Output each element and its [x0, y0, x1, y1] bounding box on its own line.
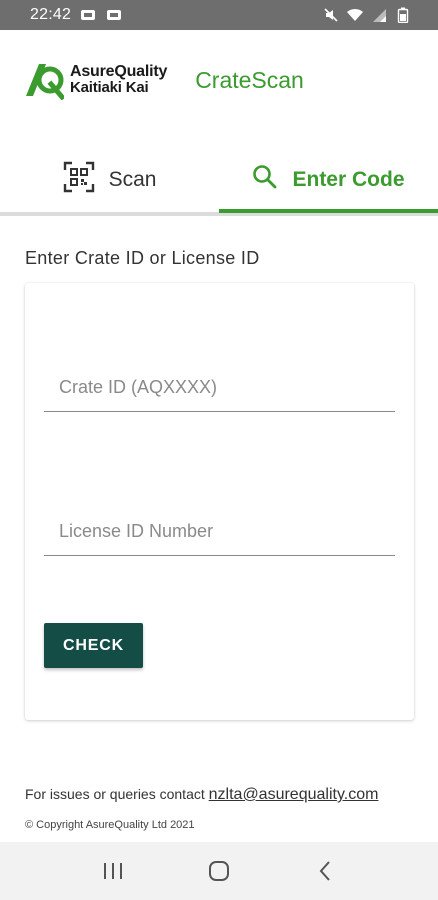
home-icon[interactable]: [199, 851, 239, 891]
footer-contact: For issues or queries contact nzlta@asur…: [25, 786, 378, 804]
form-heading: Enter Crate ID or License ID: [25, 248, 260, 268]
status-left: 22:42: [30, 6, 123, 24]
mute-icon: [322, 7, 340, 23]
crate-id-field: [44, 352, 395, 412]
tab-scan-label: Scan: [108, 168, 157, 191]
back-icon[interactable]: [305, 851, 345, 891]
logo-line1: AsureQuality: [70, 63, 168, 80]
tab-bar: Scan Enter Code: [0, 145, 438, 215]
entry-card: CHECK: [25, 283, 414, 720]
tab-enter-code[interactable]: Enter Code: [219, 145, 438, 215]
status-time: 22:42: [30, 6, 72, 23]
status-right: [322, 7, 412, 23]
contact-text: For issues or queries contact: [25, 786, 205, 802]
status-bar: 22:42: [0, 0, 438, 30]
wifi-icon: [346, 7, 364, 23]
app-title: CrateScan: [195, 66, 304, 93]
license-id-input[interactable]: [44, 496, 395, 555]
tab-active-indicator: [219, 209, 438, 213]
search-icon: [252, 164, 278, 196]
notification-icon: [79, 7, 97, 23]
logo-text: AsureQuality Kaitiaki Kai: [70, 64, 167, 96]
system-nav-bar: [0, 842, 438, 900]
contact-email-link[interactable]: nzlta@asurequality.com: [209, 786, 379, 803]
qr-scan-icon: [63, 161, 95, 199]
copyright: © Copyright AsureQuality Ltd 2021: [25, 819, 195, 831]
tab-enter-code-label: Enter Code: [292, 168, 405, 191]
logo-line2: Kaitiaki Kai: [70, 79, 149, 96]
asurequality-logo: AsureQuality Kaitiaki Kai: [24, 60, 167, 100]
asurequality-logo-mark: [26, 64, 64, 100]
app-header: AsureQuality Kaitiaki Kai CrateScan: [0, 30, 438, 130]
signal-icon: [370, 7, 388, 23]
recent-apps-icon[interactable]: [93, 851, 133, 891]
notification-icon: [105, 7, 123, 23]
license-id-field: [44, 496, 395, 556]
tab-scan[interactable]: Scan: [0, 145, 219, 215]
battery-icon: [394, 7, 412, 23]
check-button[interactable]: CHECK: [44, 623, 143, 668]
crate-id-input[interactable]: [44, 352, 395, 411]
